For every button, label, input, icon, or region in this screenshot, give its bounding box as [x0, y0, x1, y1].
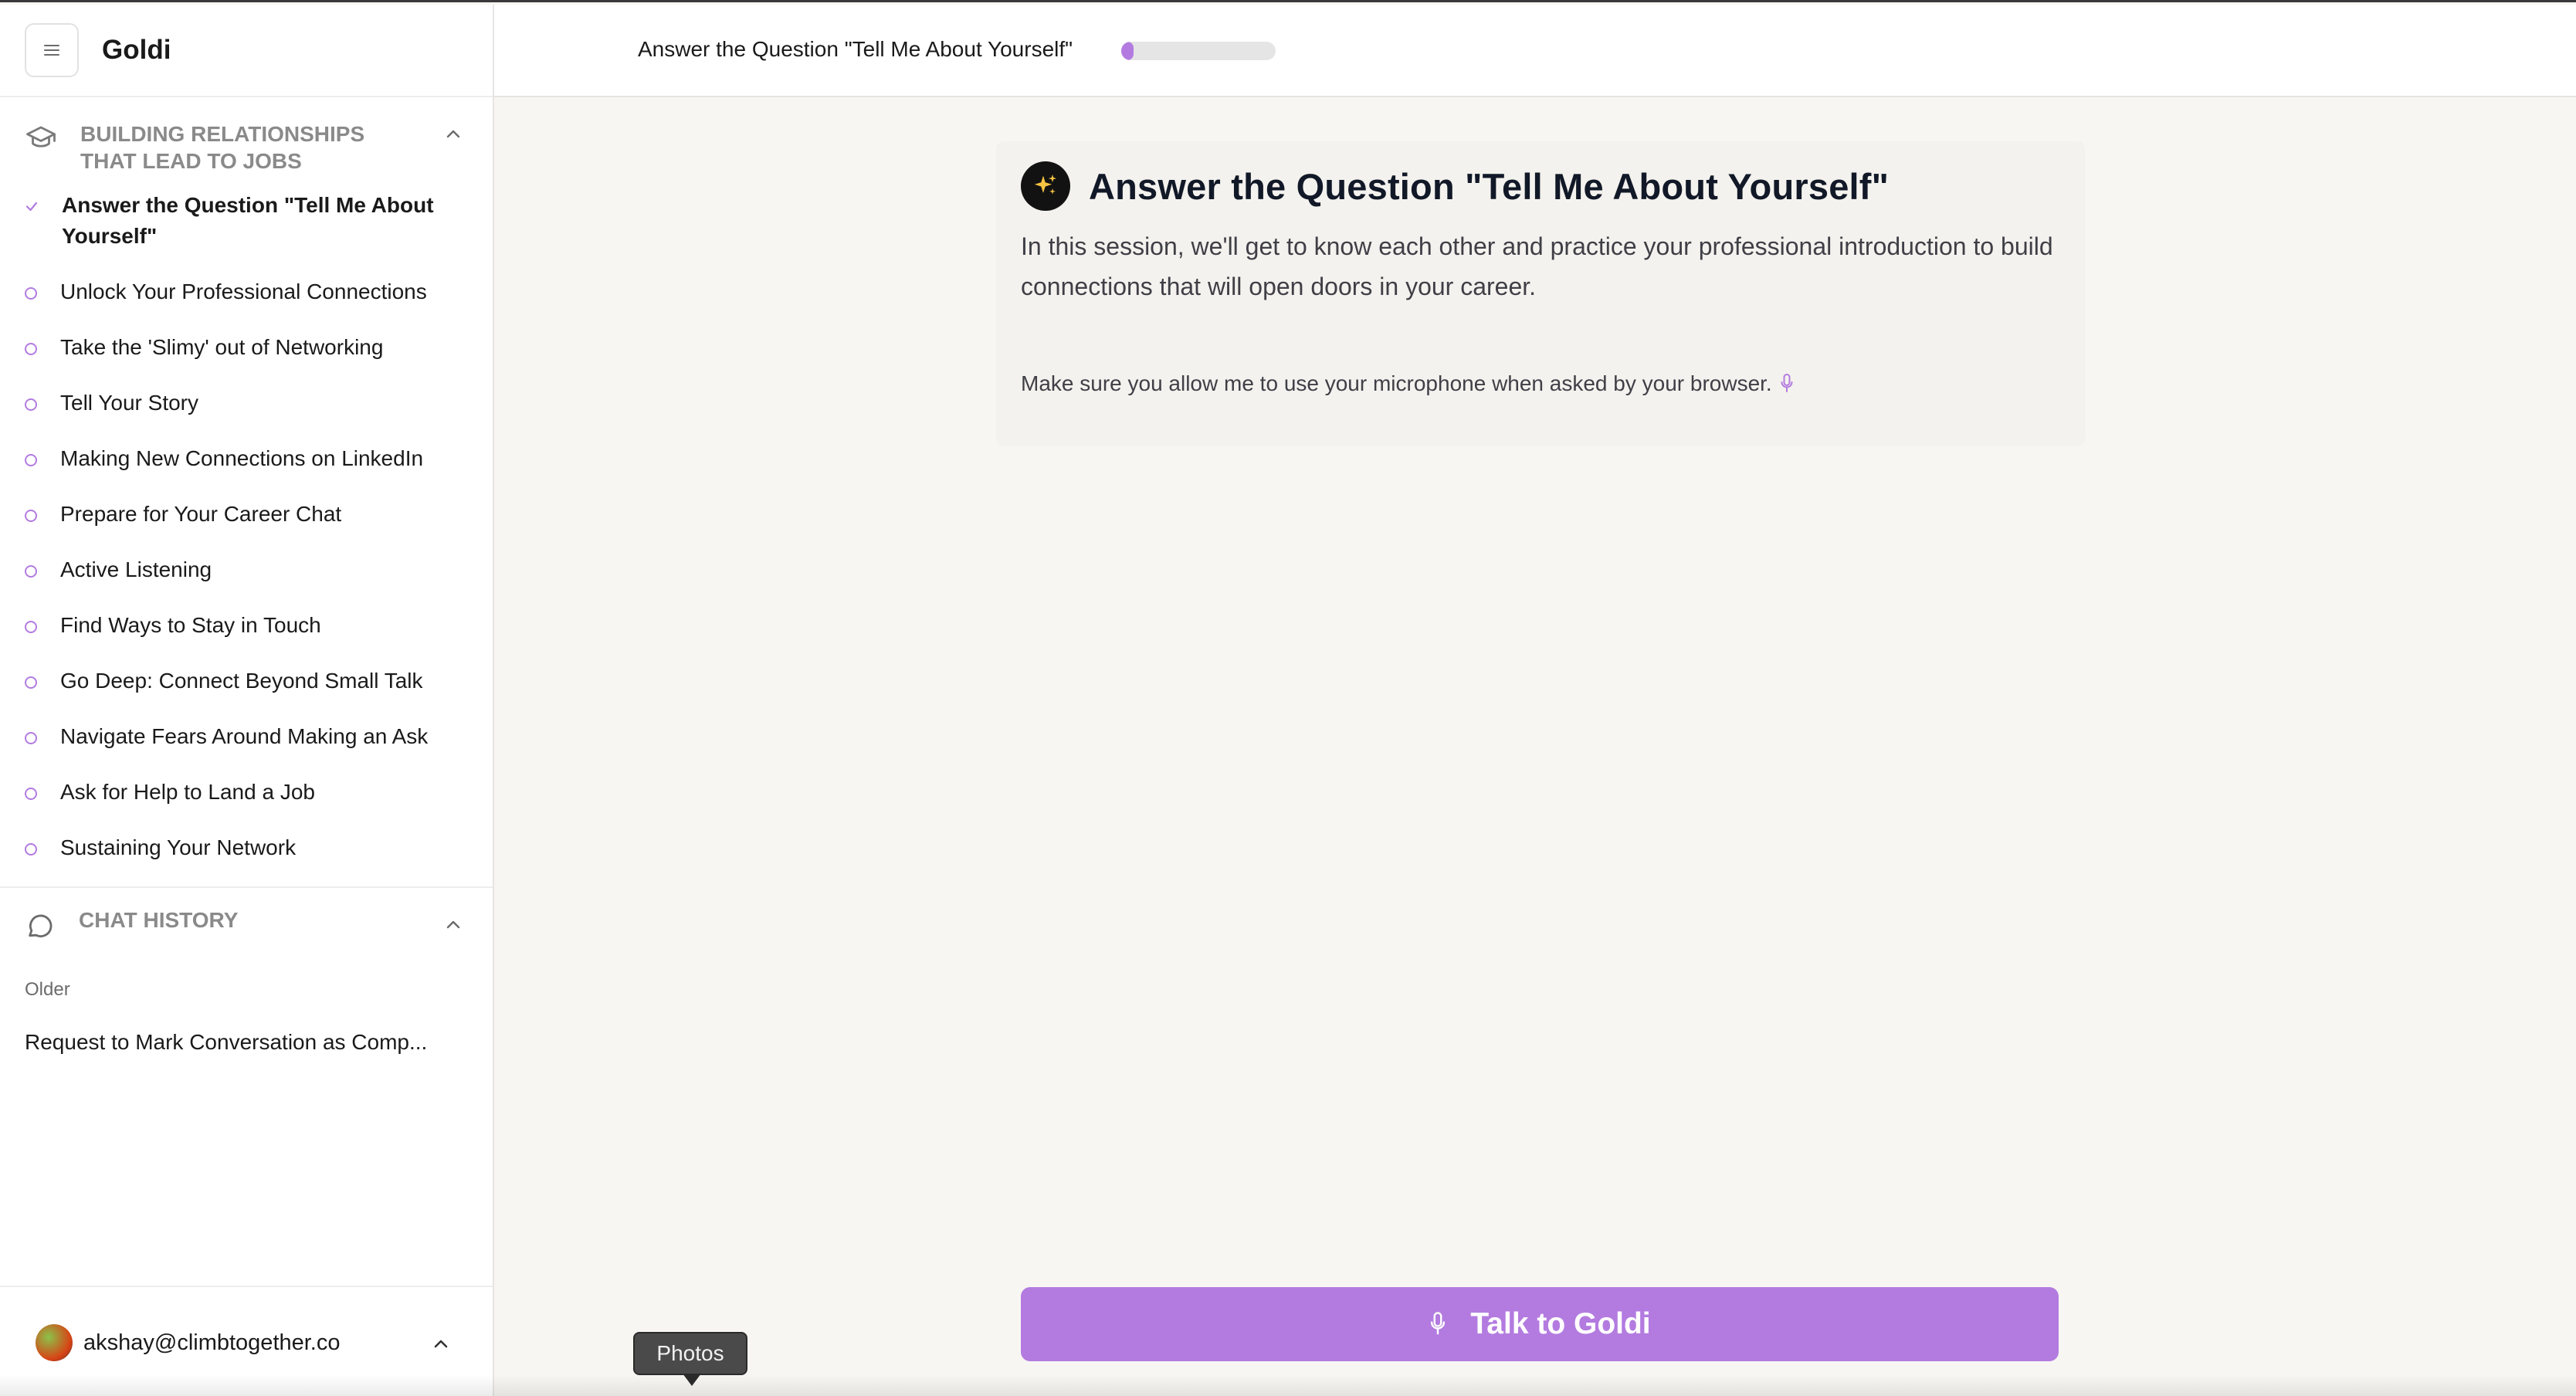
- lesson-item[interactable]: Making New Connections on LinkedIn: [0, 443, 493, 474]
- session-card: Answer the Question "Tell Me About Yours…: [996, 141, 2085, 446]
- session-card-header: Answer the Question "Tell Me About Yours…: [1021, 161, 1889, 211]
- lesson-label: Active Listening: [60, 557, 212, 581]
- lesson-label: Navigate Fears Around Making an Ask: [60, 724, 429, 748]
- lesson-item[interactable]: Take the 'Slimy' out of Networking: [0, 332, 493, 363]
- lesson-label: Tell Your Story: [60, 391, 198, 415]
- dock-tooltip: Photos: [633, 1332, 747, 1386]
- lesson-item[interactable]: Sustaining Your Network: [0, 832, 493, 863]
- session-title: Answer the Question "Tell Me About Yours…: [638, 37, 1073, 61]
- lesson-label: Prepare for Your Career Chat: [60, 502, 342, 526]
- course-section-header[interactable]: BUILDING RELATIONSHIPS THAT LEAD TO JOBS: [0, 97, 493, 174]
- circle-icon: [25, 788, 37, 800]
- circle-icon: [25, 565, 37, 578]
- lesson-label: Find Ways to Stay in Touch: [60, 613, 321, 637]
- history-group-label: Older: [25, 979, 70, 1000]
- sidebar-header: Goldi: [0, 5, 493, 97]
- lesson-label: Take the 'Slimy' out of Networking: [60, 335, 384, 359]
- lesson-list: Answer the Question "Tell Me About Yours…: [0, 174, 493, 863]
- circle-icon: [25, 454, 37, 466]
- progress-fill: [1121, 42, 1134, 60]
- circle-icon: [25, 287, 37, 300]
- talk-button-label: Talk to Goldi: [1470, 1307, 1651, 1340]
- lesson-label: Sustaining Your Network: [60, 835, 297, 859]
- avatar: [36, 1324, 73, 1361]
- circle-icon: [25, 621, 37, 633]
- lesson-item[interactable]: Navigate Fears Around Making an Ask: [0, 721, 493, 752]
- progress-bar: [1121, 42, 1276, 60]
- circle-icon: [25, 732, 37, 744]
- lesson-item[interactable]: Go Deep: Connect Beyond Small Talk: [0, 666, 493, 696]
- menu-toggle-button[interactable]: [25, 23, 79, 77]
- circle-icon: [25, 343, 37, 355]
- circle-icon: [25, 843, 37, 856]
- chat-history-item[interactable]: Request to Mark Conversation as Comp...: [0, 1001, 463, 1055]
- circle-icon: [25, 398, 37, 411]
- lesson-item[interactable]: Unlock Your Professional Connections: [0, 276, 493, 307]
- lesson-label: Ask for Help to Land a Job: [60, 780, 315, 804]
- lesson-label: Unlock Your Professional Connections: [60, 280, 427, 303]
- microphone-icon: [1781, 374, 1793, 392]
- talk-button[interactable]: Talk to Goldi: [1021, 1287, 2059, 1361]
- lesson-item[interactable]: Answer the Question "Tell Me About Yours…: [0, 190, 493, 252]
- lesson-item[interactable]: Ask for Help to Land a Job: [0, 777, 493, 808]
- app-window: Goldi BUILDING RELATIONSHIPS THAT LEAD T…: [0, 0, 2576, 1396]
- circle-icon: [25, 510, 37, 522]
- lesson-item[interactable]: Prepare for Your Career Chat: [0, 499, 493, 530]
- graduation-cap-icon: [26, 126, 56, 147]
- user-email: akshay@climbtogether.co: [83, 1330, 341, 1355]
- chevron-up-icon[interactable]: [432, 1338, 449, 1349]
- lesson-label: Making New Connections on LinkedIn: [60, 446, 424, 470]
- lesson-item[interactable]: Active Listening: [0, 554, 493, 585]
- chat-bubble-icon: [29, 914, 53, 938]
- chevron-up-icon[interactable]: [445, 919, 462, 930]
- hamburger-icon: [44, 45, 59, 56]
- microphone-note: Make sure you allow me to use your micro…: [1021, 371, 1794, 396]
- sparkles-icon: [1021, 161, 1070, 211]
- chevron-up-icon[interactable]: [445, 128, 462, 139]
- top-bar: Answer the Question "Tell Me About Yours…: [494, 5, 2576, 97]
- app-title: Goldi: [102, 35, 171, 65]
- microphone-note-text: Make sure you allow me to use your micro…: [1021, 371, 1772, 395]
- checkmark-icon: [25, 202, 38, 212]
- lesson-label: Go Deep: Connect Beyond Small Talk: [60, 669, 423, 693]
- lesson-item[interactable]: Find Ways to Stay in Touch: [0, 610, 493, 641]
- microphone-icon: [1431, 1312, 1446, 1335]
- circle-icon: [25, 676, 37, 689]
- chat-history-title: CHAT HISTORY: [79, 908, 239, 932]
- user-menu[interactable]: akshay@climbtogether.co: [0, 1286, 493, 1396]
- session-description: In this session, we'll get to know each …: [1021, 232, 2053, 300]
- lesson-item[interactable]: Tell Your Story: [0, 388, 493, 418]
- lesson-label: Answer the Question "Tell Me About Yours…: [62, 193, 434, 248]
- sidebar: Goldi BUILDING RELATIONSHIPS THAT LEAD T…: [0, 5, 494, 1396]
- chat-history-header[interactable]: CHAT HISTORY: [0, 888, 493, 942]
- course-title: BUILDING RELATIONSHIPS THAT LEAD TO JOBS: [80, 122, 365, 173]
- page-title: Answer the Question "Tell Me About Yours…: [1089, 165, 1890, 207]
